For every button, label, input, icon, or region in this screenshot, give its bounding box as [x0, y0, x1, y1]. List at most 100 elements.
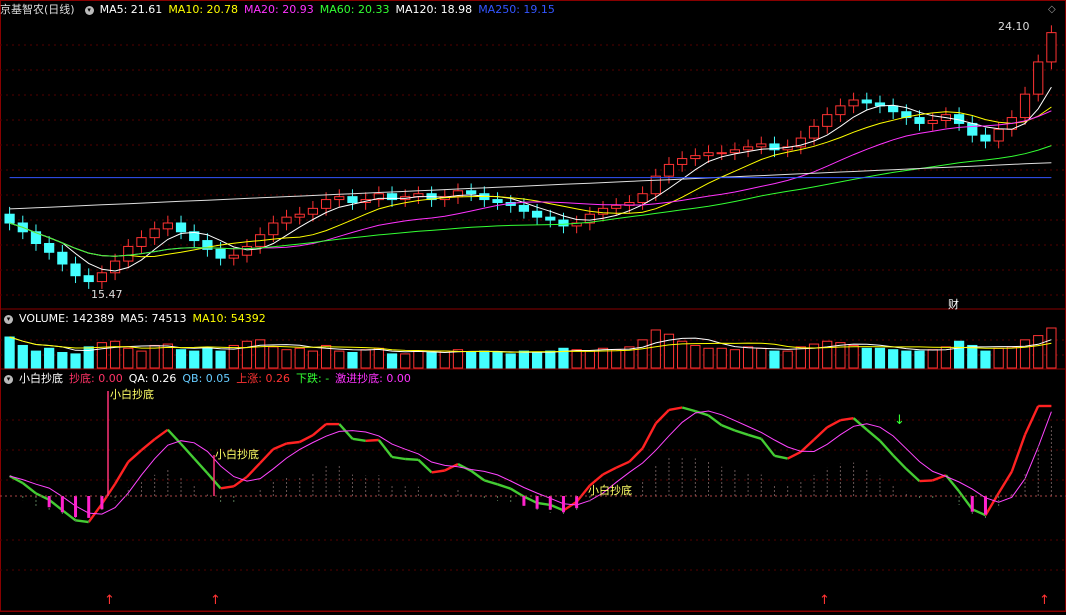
candle — [492, 199, 503, 203]
signal-line — [1010, 434, 1027, 473]
volume-bar — [861, 347, 872, 369]
volume-bar — [993, 347, 1004, 369]
signal-indicator: 激进抄底: 0.00 — [335, 372, 411, 385]
candle — [927, 120, 938, 124]
signal-line — [220, 485, 234, 490]
signal-line — [840, 417, 854, 422]
candle — [848, 99, 859, 107]
signal-line — [971, 508, 986, 517]
volume-bar — [386, 353, 398, 369]
candle — [70, 263, 81, 277]
signal-label-3: 小白抄底 — [588, 484, 632, 497]
candle — [861, 99, 872, 104]
volume-bar — [703, 347, 714, 369]
candle — [123, 245, 134, 262]
signal-line — [180, 443, 196, 460]
bottom-bar — [100, 496, 104, 510]
signal-line — [405, 457, 419, 461]
volume-bar — [531, 352, 543, 369]
signal-line — [799, 438, 815, 453]
ma10-line — [9, 106, 1052, 258]
candle — [637, 193, 648, 203]
signal-line — [312, 423, 327, 437]
bottom-bar — [561, 496, 565, 513]
volume-bar — [44, 347, 55, 369]
volume-bar — [677, 340, 688, 369]
price-indicator: MA5: 21.61 — [99, 3, 163, 16]
candle — [914, 117, 925, 124]
signal-line — [774, 454, 788, 460]
volume-bar — [281, 349, 292, 369]
signal-line — [654, 409, 670, 425]
candle — [531, 210, 543, 218]
price-indicator: MA10: 20.78 — [168, 3, 239, 16]
candle — [1046, 32, 1057, 63]
signal-line — [707, 414, 723, 427]
candle — [149, 228, 160, 239]
volume-indicator: MA5: 74513 — [120, 312, 187, 325]
high-price-label: 24.10 — [998, 20, 1030, 33]
volume-bar — [756, 347, 767, 369]
candle — [716, 152, 727, 155]
volume-bar — [57, 352, 68, 369]
up-arrow-icon: ↑ — [104, 593, 115, 608]
candle — [967, 122, 978, 136]
signal-line — [892, 454, 908, 470]
volume-bar — [901, 350, 912, 369]
candle — [650, 175, 661, 195]
candle — [1033, 61, 1044, 95]
volume-bar — [96, 342, 108, 369]
signal-line — [483, 479, 498, 486]
volume-bar — [360, 349, 371, 369]
financial-mark[interactable]: 财 — [948, 296, 959, 312]
signal-line — [536, 501, 551, 507]
volume-bar — [584, 350, 595, 369]
volume-bar — [466, 352, 477, 369]
signal-line — [417, 458, 433, 474]
signal-line — [75, 519, 89, 524]
volume-bar — [255, 339, 266, 369]
chart-canvas: ↑ ↑ ↑ ↑ ↓ — [0, 0, 1066, 612]
bottom-bar — [87, 496, 91, 518]
volume-bar — [492, 352, 503, 369]
dropdown-icon[interactable]: ▾ — [84, 5, 94, 15]
candle — [347, 196, 358, 203]
candle — [175, 222, 187, 233]
candle — [993, 128, 1004, 142]
candle — [96, 272, 108, 283]
signal-line — [35, 492, 50, 501]
volume-indicator: VOLUME: 142389 — [19, 312, 115, 325]
volume-bar — [17, 344, 28, 369]
volume-bar — [1033, 335, 1044, 369]
signal-label-1: 小白抄底 — [110, 388, 154, 401]
ma5-line — [9, 86, 1052, 272]
signal-line — [233, 475, 248, 488]
signal-line — [153, 428, 169, 441]
volume-bar — [373, 347, 384, 369]
volume-bar — [611, 349, 622, 369]
volume-bar — [413, 350, 424, 369]
volume-bar — [795, 346, 806, 369]
signal-line — [365, 438, 379, 442]
kline-chart[interactable]: ↑ ↑ ↑ ↑ ↓ 京基智农(日线) ▾ MA5: 21.61 MA10: 20.78 MA20… — [0, 0, 1066, 612]
dropdown-icon[interactable]: ▾ — [4, 314, 13, 324]
candle — [320, 199, 332, 209]
chart-border — [0, 0, 1066, 612]
dropdown-icon[interactable]: ▾ — [4, 374, 13, 384]
candle — [162, 222, 173, 230]
candle — [466, 190, 477, 195]
volume-bar — [953, 340, 965, 369]
signal-line — [668, 406, 683, 412]
candle — [663, 163, 675, 177]
candle — [677, 158, 688, 165]
volume-bar — [70, 353, 81, 369]
volume-bar — [716, 347, 727, 369]
signal-line — [497, 483, 512, 490]
candle — [4, 213, 15, 224]
candle — [241, 245, 253, 256]
bottom-bar — [535, 496, 539, 509]
signal-header: ▾ 小白抄底 抄底: 0.00 QA: 0.26 QB: 0.05 上涨: 0.26 下跌:… — [0, 371, 423, 387]
volume-bar — [742, 346, 754, 369]
diamond-icon[interactable]: ◇ — [1048, 4, 1056, 15]
signal-line — [140, 438, 156, 452]
